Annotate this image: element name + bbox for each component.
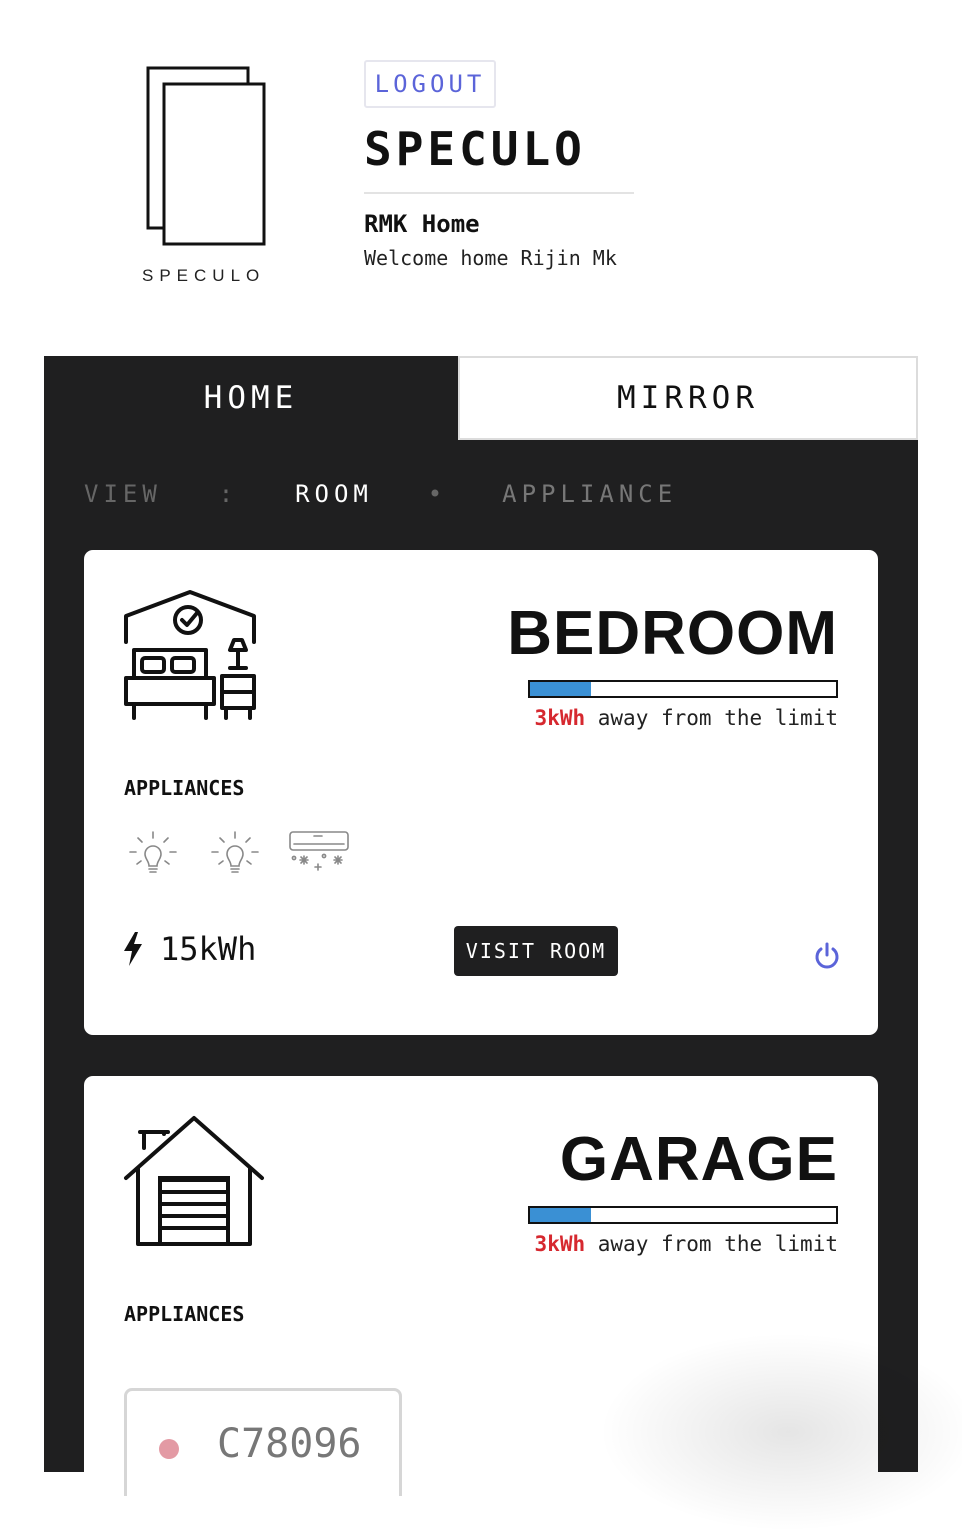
mirror-logo-icon [146,66,266,246]
usage-progress-bar [528,680,838,698]
tab-mirror[interactable]: MIRROR [458,356,918,440]
tab-home[interactable]: HOME [44,356,458,440]
room-name: GARAGE [559,1125,838,1194]
view-separator: : [218,480,239,508]
usage-progress-fill [530,1208,592,1222]
welcome-message: Welcome home Rijin Mk [364,246,617,270]
device-code: C78096 [217,1421,362,1467]
room-card-bedroom: BEDROOM 3kWh away from the limit APPLIAN… [84,550,878,1035]
visit-room-button[interactable]: VISIT ROOM [454,926,618,976]
view-dot-separator: • [427,480,448,508]
energy-usage: 15kWh [122,930,256,968]
device-card[interactable]: C78096 [124,1388,402,1496]
air-conditioner-icon[interactable] [288,828,350,876]
power-icon[interactable] [814,942,840,970]
lightning-icon [124,932,142,966]
limit-suffix: away from the limit [585,1232,838,1256]
view-appliance-option[interactable]: APPLIANCE [502,480,677,508]
garage-icon [124,1116,264,1246]
view-label: VIEW [84,480,162,508]
energy-value: 15kWh [160,930,257,968]
view-switcher: VIEW : ROOM • APPLIANCE [84,480,677,508]
light-bulb-icon[interactable] [124,828,182,876]
bedroom-icon [124,590,256,720]
limit-suffix: away from the limit [585,706,838,730]
speculo-logo: SPECULO [128,60,278,300]
logo-wordmark: SPECULO [142,266,266,285]
usage-progress-fill [530,682,592,696]
limit-value: 3kWh [534,1232,586,1256]
view-room-option[interactable]: ROOM [295,480,373,508]
title-divider [364,192,634,194]
appliance-list [124,828,350,876]
usage-progress-bar [528,1206,838,1224]
light-bulb-icon[interactable] [206,828,264,876]
scroll-shadow [598,1332,962,1532]
room-name: BEDROOM [507,599,838,668]
appliances-heading: APPLIANCES [124,776,245,800]
limit-value: 3kWh [534,706,586,730]
main-panel: HOME MIRROR VIEW : ROOM • APPLIANCE BEDR… [44,356,962,1532]
home-name: RMK Home [364,210,480,238]
device-status-dot [159,1439,179,1459]
limit-text: 3kWh away from the limit [535,1232,838,1256]
appliances-heading: APPLIANCES [124,1302,245,1326]
logout-button[interactable]: LOGOUT [364,60,496,108]
limit-text: 3kWh away from the limit [535,706,838,730]
app-title: SPECULO [364,122,586,176]
